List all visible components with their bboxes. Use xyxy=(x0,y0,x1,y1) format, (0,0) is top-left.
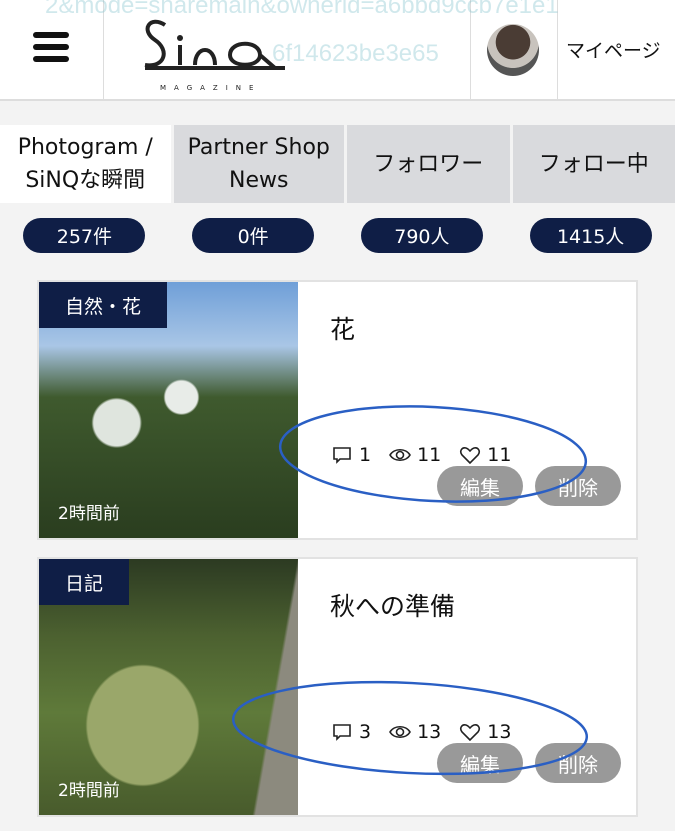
post-title[interactable]: 秋への準備 xyxy=(330,587,455,623)
post-time: 2時間前 xyxy=(58,781,120,801)
comment-count: 3 xyxy=(359,721,372,743)
count-badge: 1415人 xyxy=(529,218,652,253)
heart-icon xyxy=(460,447,481,465)
heart-icon xyxy=(460,724,481,742)
count-badge: 790人 xyxy=(360,218,483,253)
like-count: 11 xyxy=(487,444,512,466)
post-time: 2時間前 xyxy=(58,504,120,524)
counts-row: 257件 0件 790人 1415人 xyxy=(0,218,675,253)
post-photo[interactable]: 日記 2時間前 xyxy=(39,559,298,815)
divider xyxy=(557,0,558,101)
hamburger-menu-icon[interactable] xyxy=(33,32,69,62)
tab-partner-shop-news[interactable]: Partner Shop News xyxy=(173,125,344,203)
delete-button[interactable]: 削除 xyxy=(535,743,621,783)
comment-count: 1 xyxy=(359,444,372,466)
svg-text:MAGAZINE: MAGAZINE xyxy=(160,84,261,92)
post-stats: 1 11 11 xyxy=(331,444,511,466)
post-card[interactable]: 日記 2時間前 秋への準備 3 13 13 編集 削除 xyxy=(37,557,638,817)
post-photo[interactable]: 自然・花 2時間前 xyxy=(39,282,298,538)
tab-followers[interactable]: フォロワー xyxy=(347,125,510,203)
eye-icon xyxy=(389,725,412,739)
comment-icon xyxy=(333,447,351,464)
divider xyxy=(470,0,471,101)
count-badge: 257件 xyxy=(23,218,146,253)
edit-button[interactable]: 編集 xyxy=(437,743,523,783)
tab-photogram[interactable]: Photogram / SiNQな瞬間 xyxy=(0,125,171,203)
view-count: 11 xyxy=(417,444,442,466)
avatar[interactable] xyxy=(487,24,539,76)
header: MAGAZINE マイページ 2&mode=sharemain&ownerid=… xyxy=(0,0,675,101)
tab-following[interactable]: フォロー中 xyxy=(512,125,675,203)
comment-icon xyxy=(333,724,351,741)
sinq-logo[interactable]: MAGAZINE xyxy=(135,10,295,95)
count-badge: 0件 xyxy=(192,218,315,253)
tab-bar: Photogram / SiNQな瞬間 Partner Shop News フォ… xyxy=(0,125,675,203)
delete-button[interactable]: 削除 xyxy=(535,466,621,506)
post-title[interactable]: 花 xyxy=(330,310,355,346)
mypage-link[interactable]: マイページ xyxy=(566,36,661,63)
eye-icon xyxy=(389,448,412,462)
url-overlay: 6f14623be3e65 xyxy=(272,40,439,67)
edit-button[interactable]: 編集 xyxy=(437,466,523,506)
post-card[interactable]: 自然・花 2時間前 花 1 11 11 編集 削除 xyxy=(37,280,638,540)
category-label: 日記 xyxy=(39,559,130,605)
view-count: 13 xyxy=(417,721,442,743)
category-label: 自然・花 xyxy=(39,282,168,328)
divider xyxy=(103,0,104,101)
url-overlay: 2&mode=sharemain&ownerid=a6bbd9ccb7e1e1 xyxy=(45,0,559,19)
like-count: 13 xyxy=(487,721,512,743)
post-stats: 3 13 13 xyxy=(331,721,511,743)
